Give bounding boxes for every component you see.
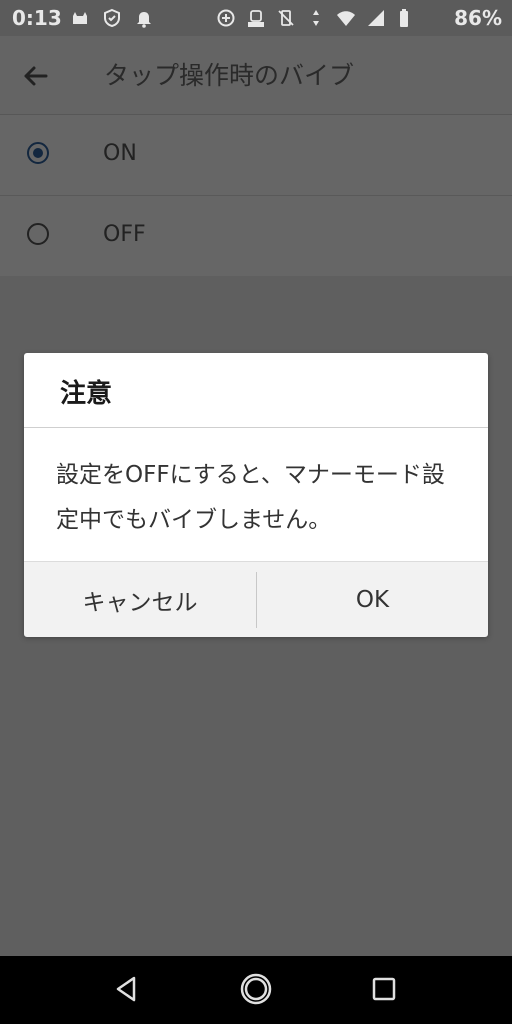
recents-square-icon[interactable] xyxy=(367,972,401,1006)
lock-app-icon xyxy=(246,8,266,28)
shield-icon xyxy=(102,8,122,28)
back-arrow-icon[interactable] xyxy=(18,58,54,94)
page-title: タップ操作時のバイブ xyxy=(104,61,355,90)
app-bar: タップ操作時のバイブ xyxy=(0,36,512,115)
dialog-divider xyxy=(24,427,488,428)
wifi-icon xyxy=(336,8,356,28)
add-circle-icon xyxy=(216,8,236,28)
back-triangle-icon[interactable] xyxy=(110,972,144,1006)
dialog-button-bar: キャンセル OK xyxy=(24,561,488,637)
status-time: 0:13 xyxy=(12,6,62,30)
ok-button[interactable]: OK xyxy=(257,562,488,637)
home-circle-icon[interactable] xyxy=(239,972,273,1006)
battery-icon xyxy=(396,8,416,28)
dialog-title: 注意 xyxy=(60,379,113,409)
cancel-button[interactable]: キャンセル xyxy=(24,562,256,637)
option-row-on[interactable]: ON xyxy=(0,115,512,196)
navigation-bar xyxy=(0,956,512,1024)
vibrate-off-icon xyxy=(276,8,296,28)
option-label-off: OFF xyxy=(103,222,146,247)
radio-button-off[interactable] xyxy=(27,223,49,245)
alert-dialog: 注意 設定をOFFにすると、マナーモード設定中でもバイブしません。 キャンセル … xyxy=(24,353,488,637)
bell-icon xyxy=(134,8,154,28)
status-bar: 0:13 86% xyxy=(0,0,512,36)
data-arrows-icon xyxy=(306,8,326,28)
battery-percentage: 86% xyxy=(454,6,502,30)
dialog-message: 設定をOFFにすると、マナーモード設定中でもバイブしません。 xyxy=(56,462,445,533)
cat-notification-icon xyxy=(70,8,90,28)
option-label-on: ON xyxy=(103,141,137,166)
signal-icon xyxy=(366,8,386,28)
radio-button-on[interactable] xyxy=(27,142,49,164)
option-row-off[interactable]: OFF xyxy=(0,196,512,276)
